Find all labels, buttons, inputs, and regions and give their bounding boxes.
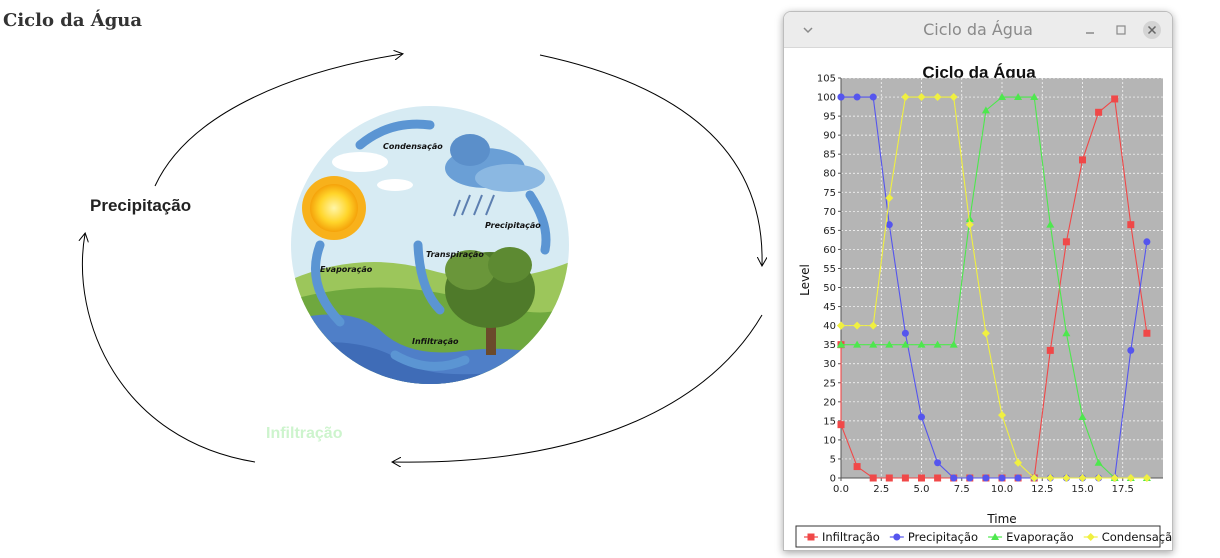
maximize-icon[interactable] — [1111, 20, 1131, 40]
close-icon[interactable] — [1142, 20, 1162, 40]
data-point — [869, 93, 877, 101]
y-tick-label: 85 — [823, 150, 836, 161]
x-tick-label: 5.0 — [914, 484, 930, 495]
x-tick-label: 10.0 — [991, 484, 1013, 495]
y-tick-label: 0 — [830, 474, 836, 485]
legend-label: Precipitação — [908, 530, 978, 544]
data-point — [853, 463, 861, 471]
x-tick-label: 2.5 — [873, 484, 889, 495]
chart-window: Ciclo da Água Ciclo da Água 0 5 10 15 20 25 30… — [783, 11, 1173, 551]
window-titlebar[interactable]: Ciclo da Água — [784, 12, 1172, 48]
legend-label: Infiltração — [822, 530, 880, 544]
illus-label-infiltration: Infiltração — [412, 337, 459, 346]
y-tick-label: 50 — [823, 283, 836, 294]
y-tick-label: 10 — [823, 435, 836, 446]
y-tick-label: 40 — [823, 321, 836, 332]
y-tick-label: 80 — [823, 169, 836, 180]
data-point — [1143, 238, 1151, 246]
legend-swatch-marker — [893, 533, 901, 541]
illus-label-condensation: Condensação — [383, 142, 443, 151]
data-point — [934, 474, 942, 482]
cycle-canvas: Condensação Precipitação Transpiração Ev… — [0, 0, 780, 558]
data-point — [982, 474, 990, 482]
water-cycle-illustration: Condensação Precipitação Transpiração Ev… — [291, 106, 569, 384]
y-tick-label: 35 — [823, 340, 836, 351]
y-tick-label: 15 — [823, 416, 836, 427]
y-tick-label: 105 — [817, 74, 836, 85]
y-tick-label: 70 — [823, 207, 836, 218]
y-axis-label: Level — [798, 264, 812, 296]
y-tick-label: 95 — [823, 112, 836, 123]
cycle-arrow-right — [539, 54, 762, 265]
data-point — [998, 474, 1006, 482]
y-tick-label: 65 — [823, 226, 836, 237]
data-point — [837, 421, 845, 429]
y-tick-label: 90 — [823, 131, 836, 142]
y-tick-label: 30 — [823, 359, 836, 370]
x-axis-label: Time — [986, 512, 1016, 526]
data-point — [1014, 474, 1022, 482]
y-tick-label: 45 — [823, 302, 836, 313]
data-point — [885, 474, 893, 482]
line-chart: Ciclo da Água 05101520253035404550556065… — [795, 63, 1172, 548]
data-point — [1095, 108, 1103, 116]
data-point — [853, 93, 861, 101]
data-point — [837, 93, 845, 101]
data-point — [1046, 346, 1054, 354]
x-tick-label: 0.0 — [833, 484, 849, 495]
legend-label: Evaporação — [1006, 530, 1074, 544]
x-tick-label: 12.5 — [1031, 484, 1053, 495]
y-tick-label: 75 — [823, 188, 836, 199]
stage-label-precipitation: Precipitação — [90, 196, 192, 215]
data-point — [918, 413, 925, 421]
legend-label: Condensação — [1102, 530, 1172, 544]
x-tick-label: 15.0 — [1071, 484, 1093, 495]
data-point — [1143, 329, 1151, 337]
y-tick-label: 55 — [823, 264, 836, 275]
illus-label-transpiration: Transpiração — [426, 250, 484, 259]
x-tick-label: 17.5 — [1112, 484, 1134, 495]
y-tick-label: 25 — [823, 378, 836, 389]
cycle-arrow-left — [82, 234, 256, 463]
data-point — [885, 221, 893, 229]
legend-swatch-marker — [807, 533, 815, 541]
data-point — [1127, 346, 1135, 354]
data-point — [869, 474, 877, 482]
y-tick-label: 5 — [830, 454, 836, 465]
x-tick-label: 7.5 — [954, 484, 970, 495]
data-point — [966, 474, 974, 482]
data-point — [1062, 238, 1070, 246]
data-point — [950, 474, 958, 482]
data-point — [1127, 221, 1135, 229]
data-point — [1079, 156, 1086, 164]
data-point — [901, 329, 909, 337]
minimize-icon[interactable] — [1080, 20, 1100, 40]
data-point — [1111, 95, 1119, 103]
data-point — [934, 459, 942, 467]
y-tick-label: 20 — [823, 397, 836, 408]
data-point — [901, 474, 909, 482]
illus-label-precipitation: Precipitação — [485, 221, 541, 230]
y-tick-label: 100 — [817, 93, 836, 104]
stage-label-infiltration: Infiltração — [266, 425, 343, 442]
y-tick-label: 60 — [823, 245, 836, 256]
data-point — [918, 474, 925, 482]
illus-label-evaporation: Evaporação — [320, 265, 373, 274]
